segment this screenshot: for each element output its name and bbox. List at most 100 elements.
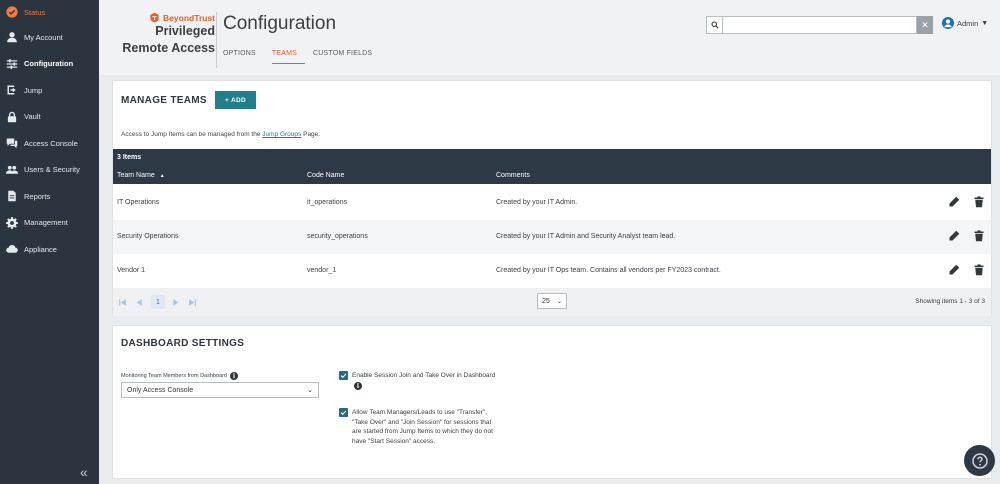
current-page[interactable]: 1 [151,295,165,309]
sidebar-item-label: Management [24,218,68,228]
delete-team-button[interactable] [973,264,985,276]
delete-team-button[interactable] [973,196,985,208]
teams-table-header: 3 Items Team Name ▲ Code Name Comments [113,149,991,184]
table-row[interactable]: IT Operations it_operations Created by y… [113,186,991,220]
prev-page-button[interactable] [134,296,144,308]
brand: BeyondTrust Privileged Remote Access [109,12,215,56]
avatar-icon [942,17,954,29]
sidebar-item-label: Vault [24,112,41,122]
beyondtrust-logo-icon [150,12,159,23]
sidebar-item-label: Access Console [24,138,78,148]
collapse-sidebar-button[interactable]: « [80,464,88,480]
trash-icon [974,264,984,276]
next-page-icon [172,298,178,306]
help-icon [971,452,988,469]
edit-team-button[interactable] [948,230,960,242]
add-team-button[interactable]: + ADD [215,91,256,109]
sidebar-item-management[interactable]: Management [0,210,99,237]
manage-teams-title: MANAGE TEAMS [121,95,207,106]
page-size-select[interactable]: 25 ⌄ [537,293,567,309]
clear-search-button[interactable]: ✕ [917,16,933,34]
allow-team-managers-checkbox[interactable] [339,408,348,417]
search-icon[interactable] [706,16,722,34]
pencil-icon [949,196,960,207]
column-header-team-name[interactable]: Team Name ▲ [117,172,165,179]
code-name-cell: vendor_1 [307,267,337,274]
search-box: ✕ [706,16,933,34]
sidebar-item-jump[interactable]: Jump [0,77,99,104]
jump-groups-link[interactable]: Jump Groups [262,131,301,138]
trash-icon [974,196,984,208]
info-icon[interactable]: i [229,372,238,380]
pencil-icon [949,230,960,241]
sidebar-item-label: My Account [24,32,63,42]
edit-team-button[interactable] [948,264,960,276]
sidebar-item-label: Jump [24,85,43,95]
sidebar-item-appliance[interactable]: Appliance [0,236,99,263]
table-row[interactable]: Vendor 1 vendor_1 Created by your IT Ops… [113,254,991,288]
team-name-cell: Vendor 1 [117,267,146,274]
enable-session-join-label: Enable Session Join and Take Over in Das… [352,372,496,379]
gear-icon [5,216,19,230]
checkmark-icon [340,373,347,379]
monitor-select[interactable]: Only Access Console ⌄ [121,382,319,398]
brand-name: BeyondTrust [163,12,215,23]
lock-icon [5,110,19,124]
users-icon [5,163,19,177]
search-input[interactable] [722,16,917,34]
enable-session-join-checkbox[interactable] [339,371,348,380]
checkmark-icon [340,410,347,416]
page-header: BeyondTrust Privileged Remote Access Con… [99,0,1000,75]
sidebar-item-users-security[interactable]: Users & Security [0,157,99,184]
sidebar-item-reports[interactable]: Reports [0,183,99,210]
info-icon[interactable]: i [354,382,362,390]
sidebar-item-label: Appliance [24,244,57,254]
column-header-comments[interactable]: Comments [496,172,530,179]
sidebar-item-label: Status [24,7,46,17]
table-row[interactable]: Security Operations security_operations … [113,220,991,254]
sidebar-item-vault[interactable]: Vault [0,104,99,131]
team-name-cell: Security Operations [117,233,179,240]
user-menu[interactable]: Admin ▼ [942,17,988,29]
sort-ascending-icon: ▲ [159,173,165,179]
tab-bar: OPTIONS TEAMS CUSTOM FIELDS [223,50,388,64]
user-name: Admin [957,18,979,28]
sidebar-item-label: Users & Security [24,165,80,175]
page-title: Configuration [223,13,337,34]
team-name-cell: IT Operations [117,199,160,206]
jump-icon [5,83,19,97]
first-page-icon [118,298,126,306]
edit-team-button[interactable] [948,196,960,208]
sidebar-item-label: Reports [24,191,51,201]
first-page-button[interactable] [117,296,127,308]
tab-options[interactable]: OPTIONS [223,50,264,64]
help-button[interactable] [964,445,995,476]
user-icon [5,30,19,44]
product-line-2: Remote Access [122,40,215,55]
item-count: 3 Items [117,154,142,161]
pager-info: Showing items 1 - 3 of 3 [915,298,985,305]
tab-teams[interactable]: TEAMS [271,50,306,64]
header-divider [216,12,217,68]
check-circle-icon [5,5,19,19]
sidebar-item-my-account[interactable]: My Account [0,24,99,51]
column-header-code-name[interactable]: Code Name [307,172,344,179]
brand-logo: BeyondTrust [109,12,215,23]
dashboard-settings-panel: DASHBOARD SETTINGS Monitoring Team Membe… [112,325,992,479]
chevron-down-icon: ⌄ [307,387,313,394]
comments-cell: Created by your IT Ops team. Contains al… [496,267,721,274]
trash-icon [974,230,984,242]
chevron-down-icon: ⌄ [556,298,562,305]
next-page-button[interactable] [170,296,180,308]
chat-icon [5,136,19,150]
last-page-button[interactable] [187,296,197,308]
caret-down-icon: ▼ [981,19,989,27]
delete-team-button[interactable] [973,230,985,242]
sidebar: Status My Account Configuration Jump Vau… [0,0,99,484]
tab-custom-fields[interactable]: CUSTOM FIELDS [313,50,380,64]
sidebar-item-configuration[interactable]: Configuration [0,51,99,78]
sidebar-item-access-console[interactable]: Access Console [0,130,99,157]
prev-page-icon [136,298,142,306]
sidebar-item-status[interactable]: Status [0,0,99,24]
dashboard-settings-title: DASHBOARD SETTINGS [121,338,245,349]
